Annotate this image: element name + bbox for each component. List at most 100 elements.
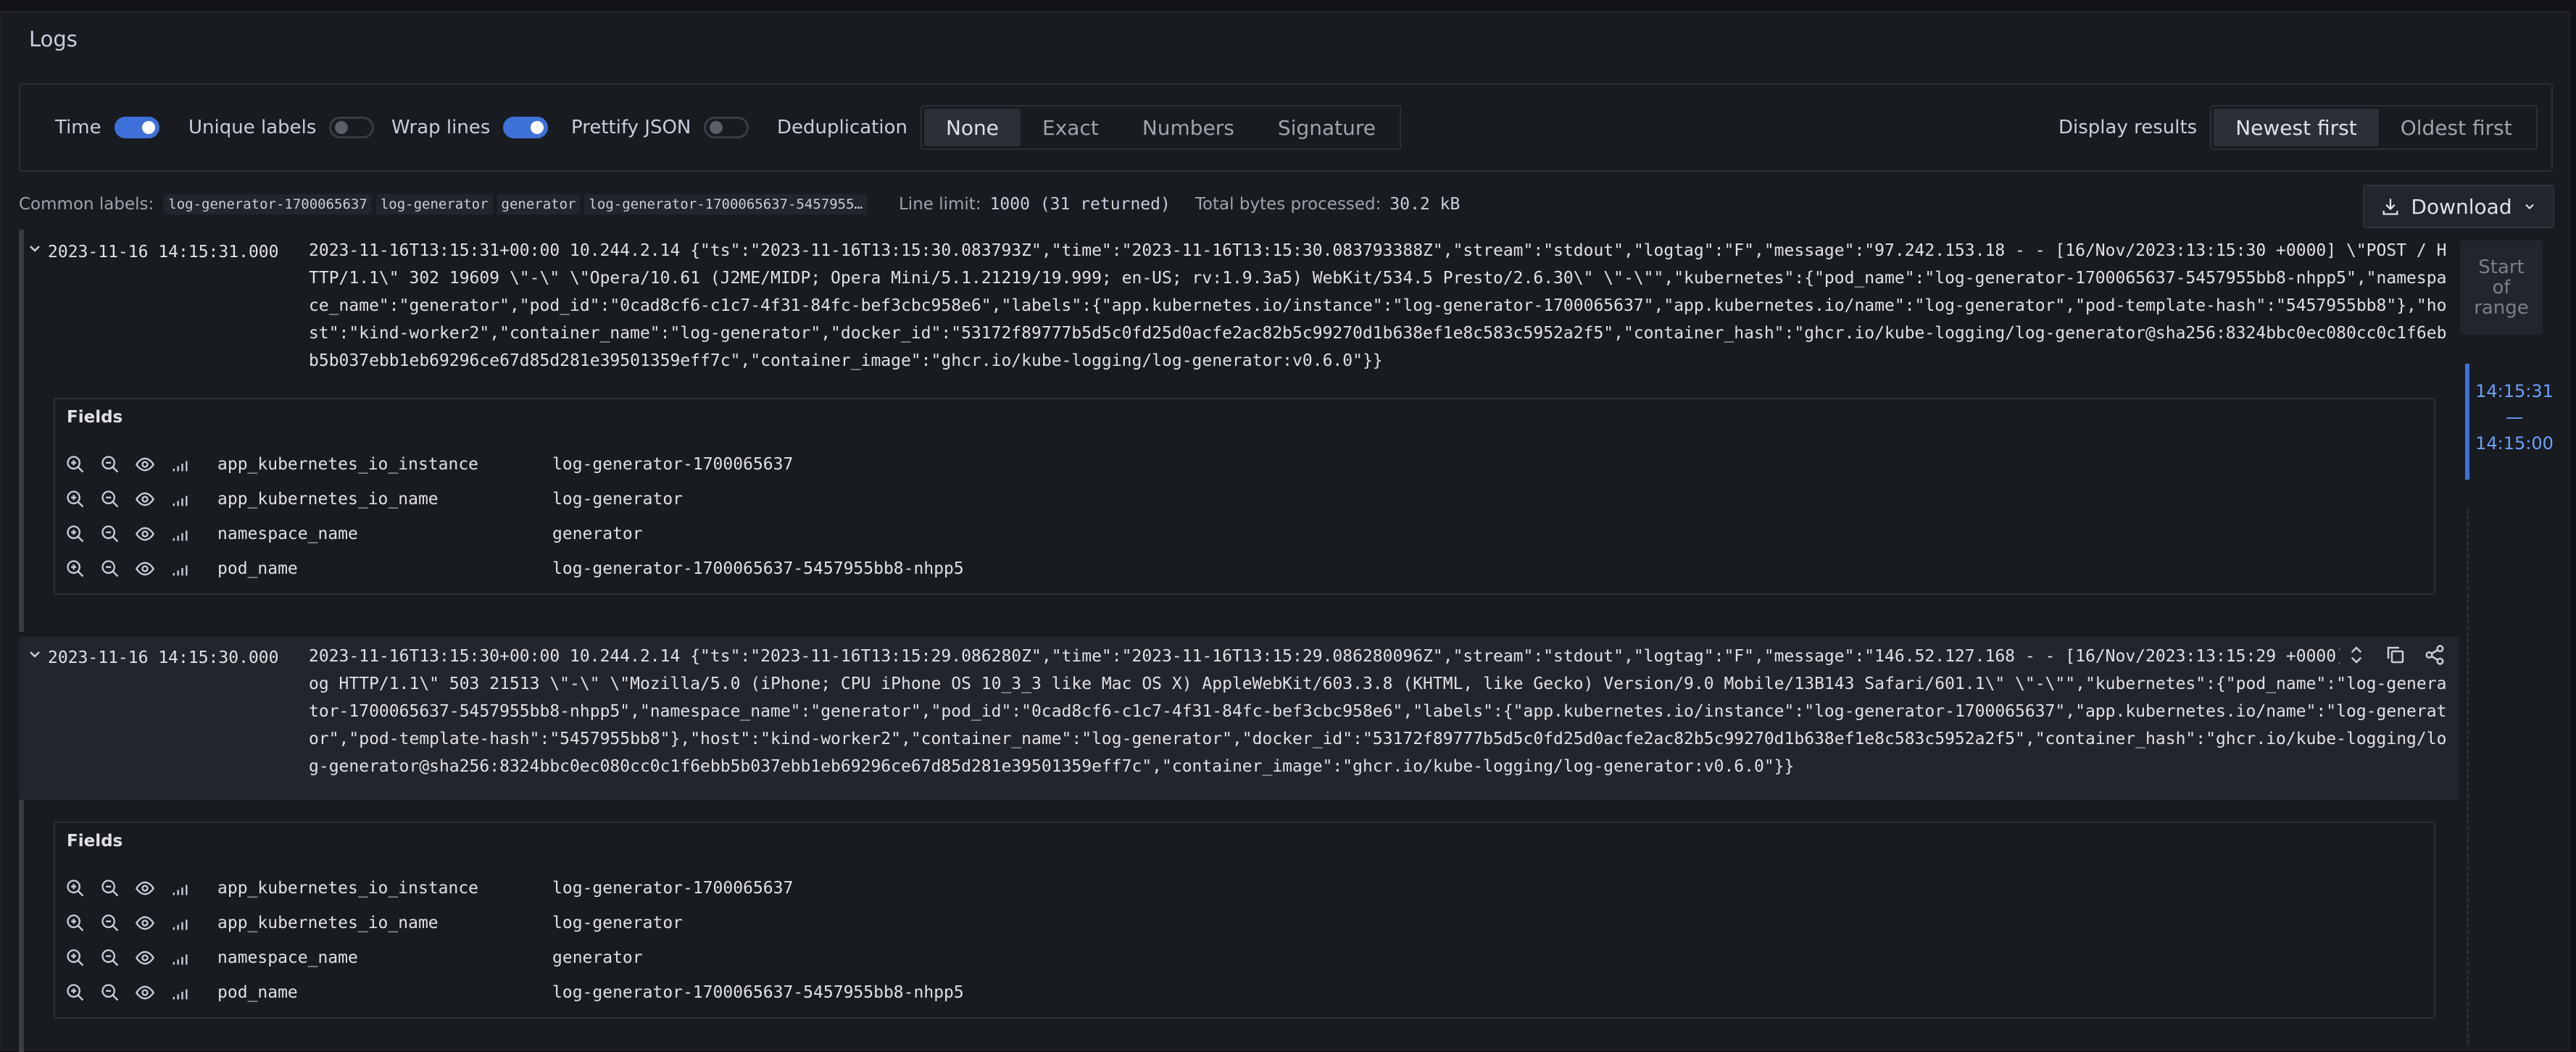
- share-icon[interactable]: [2424, 644, 2446, 666]
- field-key: namespace_name: [217, 525, 358, 543]
- zoom-in-icon[interactable]: [65, 982, 86, 1003]
- dedup-option-signature[interactable]: Signature: [1256, 109, 1397, 146]
- download-icon: [2382, 199, 2398, 215]
- fields-panel: Fields app_kubernetes_io_instance log-ge…: [54, 398, 2435, 595]
- bytes-processed-label: Total bytes processed:: [1194, 195, 1382, 214]
- eye-icon[interactable]: [135, 489, 155, 509]
- zoom-in-icon[interactable]: [65, 559, 86, 579]
- zoom-out-icon[interactable]: [100, 559, 120, 579]
- chevron-down-icon[interactable]: [26, 240, 43, 257]
- stats-icon[interactable]: [170, 454, 190, 475]
- zoom-out-icon[interactable]: [100, 489, 120, 509]
- zoom-in-icon[interactable]: [65, 878, 86, 898]
- copy-icon[interactable]: [2385, 644, 2406, 666]
- field-key: app_kubernetes_io_instance: [217, 879, 479, 898]
- zoom-out-icon[interactable]: [100, 982, 120, 1003]
- field-key: app_kubernetes_io_instance: [217, 455, 479, 474]
- stats-icon[interactable]: [170, 878, 190, 898]
- field-row: app_kubernetes_io_name log-generator: [65, 906, 683, 940]
- unique-labels-toggle-label: Unique labels: [188, 117, 317, 138]
- eye-icon[interactable]: [135, 524, 155, 544]
- field-value: log-generator-1700065637-5457955bb8-nhpp…: [552, 559, 964, 578]
- field-key: namespace_name: [217, 948, 358, 967]
- download-label: Download: [2411, 194, 2512, 219]
- wrap-lines-toggle-group[interactable]: Wrap lines: [391, 85, 549, 170]
- range-separator: —: [2506, 407, 2523, 427]
- download-button[interactable]: Download: [2363, 185, 2554, 228]
- unique-labels-toggle-group[interactable]: Unique labels: [188, 85, 375, 170]
- zoom-in-icon[interactable]: [65, 489, 86, 509]
- zoom-in-icon[interactable]: [65, 454, 86, 475]
- eye-icon[interactable]: [135, 878, 155, 898]
- log-timestamp: 2023-11-16 14:15:30.000: [48, 648, 279, 667]
- log-row-actions: [2340, 641, 2451, 669]
- zoom-out-icon[interactable]: [100, 878, 120, 898]
- display-results-selector: Newest first Oldest first: [2210, 105, 2538, 150]
- field-row: namespace_name generator: [65, 517, 643, 551]
- logs-meta-line: Common labels: log-generator-1700065637 …: [19, 193, 1460, 215]
- start-of-range-label: Start of range: [2474, 256, 2529, 319]
- log-row[interactable]: 2023-11-16 14:15:30.000 2023-11-16T13:15…: [19, 637, 2459, 800]
- log-message: 2023-11-16T13:15:30+00:00 10.244.2.14 {"…: [309, 647, 2447, 776]
- common-labels-label: Common labels:: [19, 195, 154, 214]
- range-to: 14:15:00: [2475, 433, 2554, 454]
- zoom-out-icon[interactable]: [100, 913, 120, 933]
- chevron-down-icon: [2525, 204, 2534, 209]
- display-newest-first[interactable]: Newest first: [2214, 109, 2379, 146]
- field-row: app_kubernetes_io_instance log-generator…: [65, 447, 793, 482]
- stats-icon[interactable]: [170, 982, 190, 1003]
- field-key: app_kubernetes_io_name: [217, 490, 439, 509]
- zoom-out-icon[interactable]: [100, 948, 120, 968]
- logs-options-bar: Time Unique labels Wrap lines Prettify J…: [19, 83, 2553, 172]
- common-label-chip: log-generator-1700065637-5457955…: [584, 194, 867, 214]
- deduplication-group: Deduplication None Exact Numbers Signatu…: [777, 85, 1401, 170]
- zoom-in-icon[interactable]: [65, 524, 86, 544]
- eye-icon[interactable]: [135, 913, 155, 933]
- eye-icon[interactable]: [135, 559, 155, 579]
- dedup-option-exact[interactable]: Exact: [1021, 109, 1121, 146]
- stats-icon[interactable]: [170, 948, 190, 968]
- deduplication-label: Deduplication: [777, 117, 907, 138]
- visible-range-marker[interactable]: [2465, 364, 2469, 480]
- fields-title: Fields: [67, 408, 123, 427]
- log-row[interactable]: 2023-11-16 14:15:31.000 2023-11-16T13:15…: [19, 231, 2459, 376]
- eye-icon[interactable]: [135, 948, 155, 968]
- show-context-icon[interactable]: [2346, 644, 2367, 666]
- field-key: pod_name: [217, 983, 298, 1002]
- display-oldest-first[interactable]: Oldest first: [2379, 109, 2534, 146]
- zoom-out-icon[interactable]: [100, 454, 120, 475]
- stats-icon[interactable]: [170, 524, 190, 544]
- log-timestamp: 2023-11-16 14:15:31.000: [48, 243, 279, 262]
- prettify-json-toggle[interactable]: [704, 117, 749, 138]
- field-row: app_kubernetes_io_instance log-generator…: [65, 871, 793, 906]
- prettify-json-toggle-group[interactable]: Prettify JSON: [571, 85, 749, 170]
- deduplication-selector: None Exact Numbers Signature: [920, 105, 1401, 150]
- field-row: app_kubernetes_io_name log-generator: [65, 482, 683, 517]
- time-toggle-group[interactable]: Time: [55, 85, 159, 170]
- dedup-option-numbers[interactable]: Numbers: [1121, 109, 1256, 146]
- field-value: generator: [552, 525, 643, 543]
- start-of-range-button[interactable]: Start of range: [2460, 241, 2543, 335]
- common-label-chip: generator: [496, 194, 581, 214]
- time-toggle[interactable]: [114, 117, 159, 138]
- fields-title: Fields: [67, 832, 123, 851]
- field-value: log-generator-1700065637-5457955bb8-nhpp…: [552, 983, 964, 1002]
- dedup-option-none[interactable]: None: [923, 109, 1021, 146]
- wrap-lines-toggle-label: Wrap lines: [391, 117, 491, 138]
- chevron-down-icon[interactable]: [26, 646, 43, 663]
- panel-title: Logs: [29, 27, 78, 51]
- stats-icon[interactable]: [170, 913, 190, 933]
- eye-icon[interactable]: [135, 982, 155, 1003]
- zoom-out-icon[interactable]: [100, 524, 120, 544]
- field-value: log-generator-1700065637: [552, 455, 794, 474]
- field-row: pod_name log-generator-1700065637-545795…: [65, 551, 964, 586]
- eye-icon[interactable]: [135, 454, 155, 475]
- stats-icon[interactable]: [170, 559, 190, 579]
- stats-icon[interactable]: [170, 489, 190, 509]
- wrap-lines-toggle[interactable]: [503, 117, 549, 138]
- zoom-in-icon[interactable]: [65, 948, 86, 968]
- unique-labels-toggle[interactable]: [329, 117, 375, 138]
- range-track: [2467, 509, 2471, 1045]
- fields-panel: Fields app_kubernetes_io_instance log-ge…: [54, 822, 2435, 1019]
- zoom-in-icon[interactable]: [65, 913, 86, 933]
